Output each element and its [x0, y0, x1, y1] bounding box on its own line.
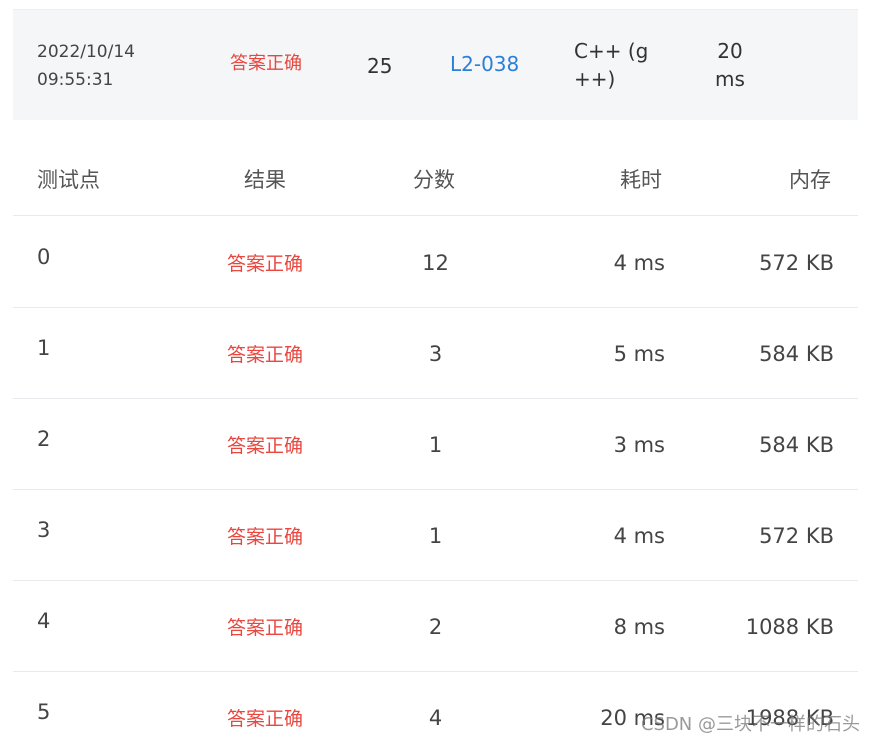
submission-date: 2022/10/14 — [37, 42, 135, 62]
submission-summary: 2022/10/14 09:55:31 答案正确 25 L2-038 C++ (… — [13, 9, 858, 120]
row-result: 答案正确 — [227, 526, 304, 548]
row-score: 1 — [428, 524, 443, 548]
row-score: 4 — [428, 706, 443, 730]
row-result: 答案正确 — [227, 253, 304, 275]
row-memory: 584 KB — [759, 342, 834, 366]
row-score: 2 — [428, 615, 443, 639]
row-time: 4 ms — [613, 524, 665, 548]
row-case: 5 — [37, 700, 51, 724]
header-time: 耗时 — [620, 168, 662, 192]
row-score: 3 — [428, 342, 443, 366]
submission-timestamp: 2022/10/14 09:55:31 — [37, 38, 135, 94]
header-result: 结果 — [244, 168, 286, 192]
row-time: 3 ms — [613, 433, 665, 457]
language-line-1: C++ (g — [574, 39, 649, 63]
submission-clock: 09:55:31 — [37, 70, 114, 90]
row-case: 3 — [37, 518, 51, 542]
submission-language: C++ (g ++) — [574, 37, 664, 93]
row-case: 4 — [37, 609, 51, 633]
runtime-value: 20 — [717, 39, 743, 63]
submission-page: 2022/10/14 09:55:31 答案正确 25 L2-038 C++ (… — [0, 0, 874, 744]
row-time: 4 ms — [613, 251, 665, 275]
row-memory: 1088 KB — [745, 615, 834, 639]
table-row: 2 答案正确 1 3 ms 584 KB — [13, 398, 858, 490]
row-result: 答案正确 — [227, 435, 304, 457]
table-row: 3 答案正确 1 4 ms 572 KB — [13, 489, 858, 581]
language-line-2: ++) — [574, 67, 616, 91]
table-header: 测试点 结果 分数 耗时 内存 — [13, 120, 858, 216]
row-result: 答案正确 — [227, 708, 304, 730]
table-row: 0 答案正确 12 4 ms 572 KB — [13, 216, 858, 308]
row-score: 12 — [422, 251, 449, 275]
table-row: 4 答案正确 2 8 ms 1088 KB — [13, 580, 858, 672]
row-memory: 572 KB — [759, 524, 834, 548]
row-memory: 584 KB — [759, 433, 834, 457]
row-score: 1 — [428, 433, 443, 457]
row-result: 答案正确 — [227, 617, 304, 639]
row-time: 5 ms — [613, 342, 665, 366]
header-case: 测试点 — [37, 168, 100, 192]
row-case: 0 — [37, 245, 51, 269]
problem-link[interactable]: L2-038 — [450, 50, 519, 78]
row-result: 答案正确 — [227, 344, 304, 366]
row-time: 8 ms — [613, 615, 665, 639]
watermark: CSDN @三块不一样的石头 — [640, 714, 860, 735]
submission-runtime: 20 ms — [710, 37, 750, 93]
row-case: 2 — [37, 427, 51, 451]
header-memory: 内存 — [789, 168, 831, 192]
header-score: 分数 — [413, 168, 455, 192]
submission-status: 答案正确 — [230, 53, 302, 74]
submission-score: 25 — [367, 54, 393, 78]
row-case: 1 — [37, 336, 51, 360]
table-row: 1 答案正确 3 5 ms 584 KB — [13, 307, 858, 399]
row-memory: 572 KB — [759, 251, 834, 275]
runtime-unit: ms — [715, 67, 745, 91]
